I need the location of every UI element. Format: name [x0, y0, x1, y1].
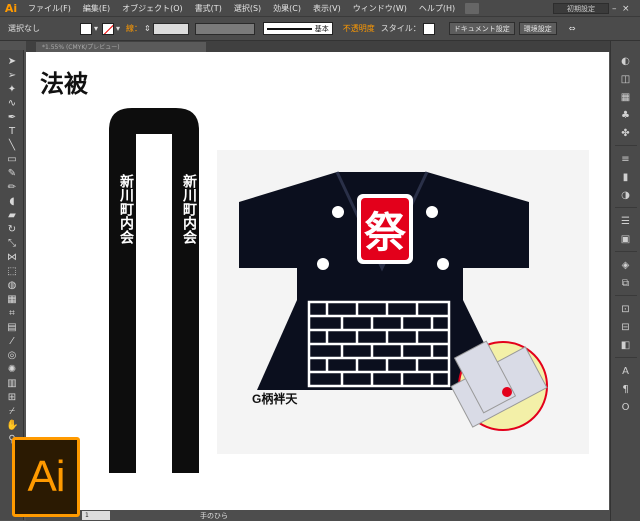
swatches-panel-icon[interactable]: ▦ [619, 91, 632, 104]
stroke-swatch[interactable] [102, 22, 115, 35]
color-panel-icon[interactable]: ◐ [619, 55, 632, 68]
blob-brush-tool-icon[interactable]: ◖ [6, 196, 18, 208]
panel-divider [615, 251, 637, 252]
eyedropper-tool-icon[interactable]: ⁄ [6, 336, 18, 348]
menu-view[interactable]: 表示(V) [307, 3, 347, 14]
panel-divider [615, 357, 637, 358]
opacity-label[interactable]: 不透明度 [343, 23, 375, 34]
transform-panel-icon[interactable]: ⊡ [619, 303, 632, 316]
brush-definition[interactable]: 基本 [262, 22, 333, 35]
close-icon[interactable]: × [622, 0, 630, 17]
tenugui-left-text: 新川町内会 [112, 174, 134, 244]
current-tool-status: 手のひら [200, 511, 228, 520]
happi-caption: G柄袢天 [252, 392, 298, 406]
pencil-tool-icon[interactable]: ✏ [6, 182, 18, 194]
pathfinder-panel-icon[interactable]: ◧ [619, 339, 632, 352]
selection-status: 選択なし [8, 24, 40, 33]
selection-tool-icon[interactable]: ➤ [6, 56, 18, 68]
menu-help[interactable]: ヘルプ(H) [413, 3, 461, 14]
happi-image: 祭 [217, 150, 589, 454]
hand-tool-icon[interactable]: ✋ [6, 420, 18, 432]
layers-panel-icon[interactable]: ◈ [619, 259, 632, 272]
menu-window[interactable]: ウィンドウ(W) [347, 3, 413, 14]
magic-wand-tool-icon[interactable]: ✦ [6, 84, 18, 96]
app-logo: Ai [4, 1, 18, 15]
blend-tool-icon[interactable]: ◎ [6, 350, 18, 362]
line-tool-icon[interactable]: ╲ [6, 140, 18, 152]
happi-kanji: 祭 [363, 207, 406, 257]
gradient-panel-icon[interactable]: ▮ [619, 171, 632, 184]
rotate-tool-icon[interactable]: ↻ [6, 224, 18, 236]
transparency-panel-icon[interactable]: ◑ [619, 189, 632, 202]
appearance-panel-icon[interactable]: ☰ [619, 215, 632, 228]
scale-tool-icon[interactable]: ⤡ [6, 238, 18, 250]
symbol-sprayer-tool-icon[interactable]: ✺ [6, 364, 18, 376]
direct-selection-tool-icon[interactable]: ➢ [6, 70, 18, 82]
panel-divider [615, 295, 637, 296]
bridge-icon[interactable] [465, 2, 480, 14]
status-bar: 1 手のひら [26, 510, 610, 521]
opentype-panel-icon[interactable]: O [619, 401, 632, 414]
panel-divider [615, 207, 637, 208]
align-panel-icon[interactable]: ⊟ [619, 321, 632, 334]
column-graph-tool-icon[interactable]: ▥ [6, 378, 18, 390]
fill-dropdown-icon[interactable]: ▾ [94, 24, 98, 33]
artboard-navigator[interactable]: 1 [82, 511, 110, 520]
character-panel-icon[interactable]: A [619, 365, 632, 378]
lasso-tool-icon[interactable]: ∿ [6, 98, 18, 110]
style-swatch[interactable] [422, 22, 435, 35]
stroke-weight-stepper[interactable]: ⇕ [144, 24, 151, 33]
stroke-label[interactable]: 線： [126, 23, 142, 34]
width-tool-icon[interactable]: ⋈ [6, 252, 18, 264]
workspace-switcher[interactable]: 初期設定 [553, 3, 609, 14]
tenugui-left-label: 新川町内会 [118, 174, 134, 244]
menu-file[interactable]: ファイル(F) [22, 3, 77, 14]
slice-tool-icon[interactable]: ⌿ [6, 406, 18, 418]
stroke-weight-field[interactable] [152, 22, 189, 35]
brush-label: 基本 [314, 24, 329, 33]
menu-select[interactable]: 選択(S) [228, 3, 267, 14]
tenugui-right-text: 新川町内会 [175, 174, 197, 244]
shape-builder-tool-icon[interactable]: ◍ [6, 280, 18, 292]
brushes-panel-icon[interactable]: ♣ [619, 109, 632, 122]
mesh-tool-icon[interactable]: ⌗ [6, 308, 18, 320]
symbols-panel-icon[interactable]: ✤ [619, 127, 632, 140]
arrange-icon[interactable]: ⇔ [569, 24, 576, 33]
panel-divider [615, 145, 637, 146]
menu-object[interactable]: オブジェクト(O) [116, 3, 189, 14]
stroke-dropdown-icon[interactable]: ▾ [116, 24, 120, 33]
eraser-tool-icon[interactable]: ▰ [6, 210, 18, 222]
document-tab-strip: *1.55% (CMYK/プレビュー) [26, 41, 610, 52]
free-transform-tool-icon[interactable]: ⬚ [6, 266, 18, 278]
variable-width-field[interactable] [194, 22, 255, 35]
tenugui-right-label: 新川町内会 [181, 174, 197, 244]
illustrator-logo: Ai [12, 437, 80, 517]
menu-effect[interactable]: 効果(C) [267, 3, 307, 14]
color-guide-panel-icon[interactable]: ◫ [619, 73, 632, 86]
pen-tool-icon[interactable]: ✒ [6, 112, 18, 124]
artboard-tool-icon[interactable]: ⊞ [6, 392, 18, 404]
stroke-panel-icon[interactable]: ≡ [619, 153, 632, 166]
document-setup-button[interactable]: ドキュメント設定 [448, 22, 515, 35]
artboard[interactable]: 法被 新川町内会 新川町内会 祭 G柄袢天 [26, 52, 609, 510]
style-label: スタイル： [380, 24, 421, 33]
type-tool-icon[interactable]: T [6, 126, 18, 138]
artboards-panel-icon[interactable]: ⧉ [619, 277, 632, 290]
menu-bar: Ai ファイル(F) 編集(E) オブジェクト(O) 書式(T) 選択(S) 効… [0, 0, 640, 17]
graphic-styles-panel-icon[interactable]: ▣ [619, 233, 632, 246]
rectangle-tool-icon[interactable]: ▭ [6, 154, 18, 166]
control-bar: 選択なし ▾ ▾ 線： ⇕ 基本 不透明度 スタイル： ドキュメント設定 環境設… [0, 17, 640, 41]
preferences-button[interactable]: 環境設定 [518, 22, 557, 35]
fill-swatch[interactable] [80, 22, 92, 35]
document-tab[interactable]: *1.55% (CMYK/プレビュー) [36, 42, 206, 52]
perspective-grid-tool-icon[interactable]: ▦ [6, 294, 18, 306]
panel-dock: ◐ ◫ ▦ ♣ ✤ ≡ ▮ ◑ ☰ ▣ ◈ ⧉ ⊡ ⊟ ◧ A ¶ O [610, 41, 640, 521]
menu-edit[interactable]: 編集(E) [77, 3, 116, 14]
paragraph-panel-icon[interactable]: ¶ [619, 383, 632, 396]
paintbrush-tool-icon[interactable]: ✎ [6, 168, 18, 180]
gradient-tool-icon[interactable]: ▤ [6, 322, 18, 334]
menu-type[interactable]: 書式(T) [189, 3, 228, 14]
minimize-icon[interactable]: – [612, 0, 617, 17]
illustrator-window: Ai ファイル(F) 編集(E) オブジェクト(O) 書式(T) 選択(S) 効… [0, 0, 640, 521]
